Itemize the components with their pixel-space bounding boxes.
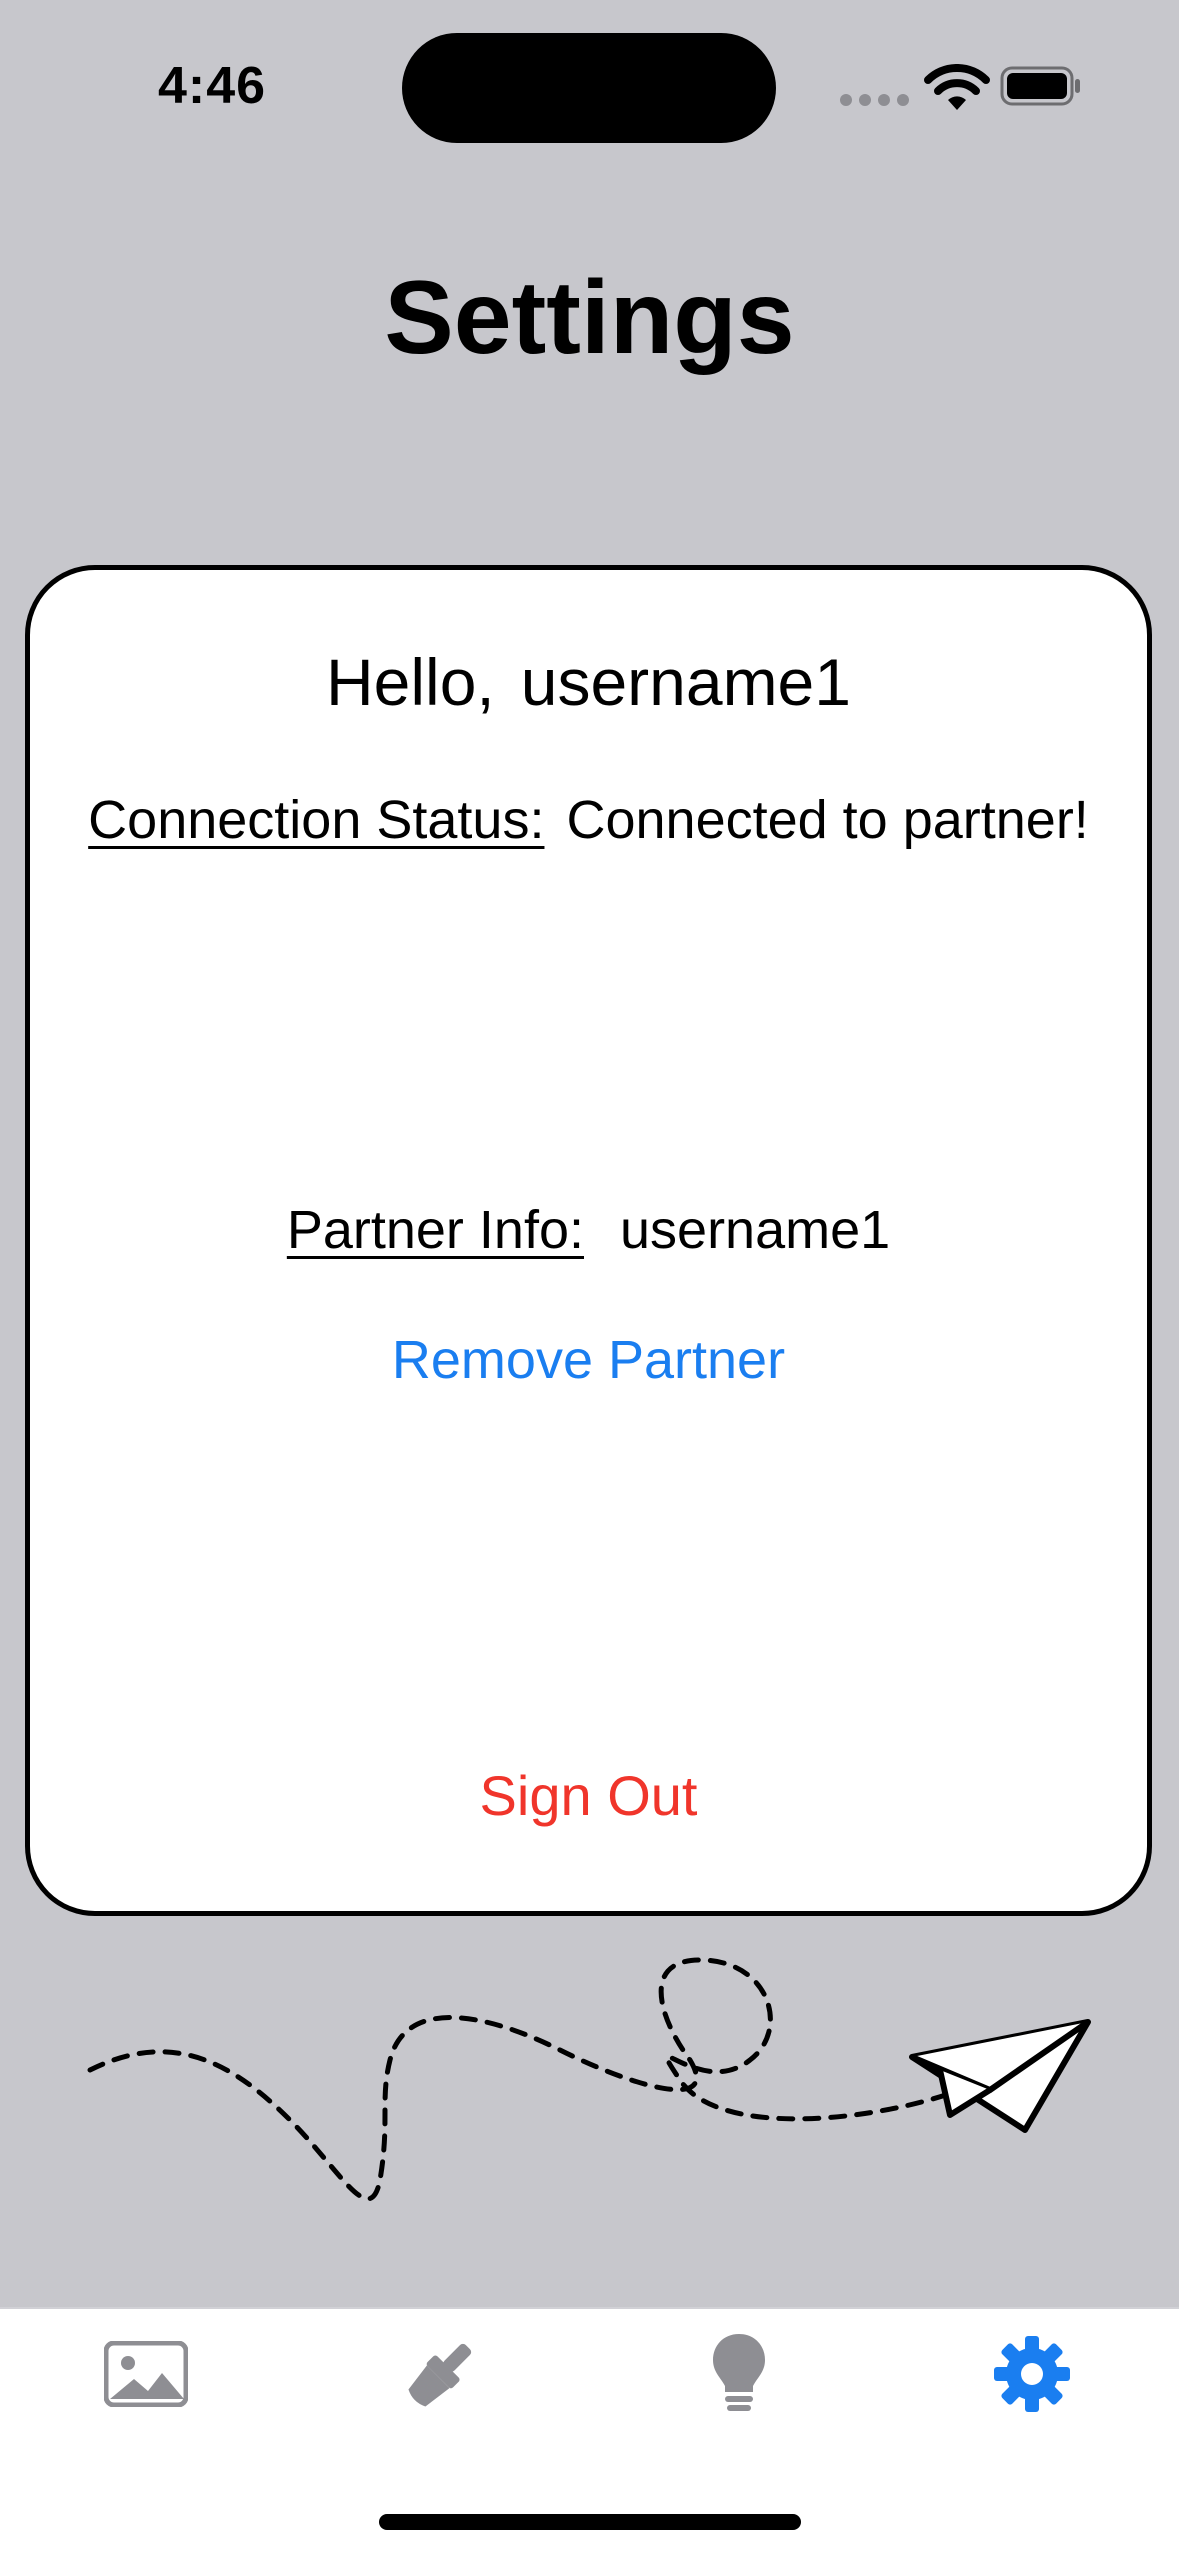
status-icons	[840, 60, 1090, 116]
paper-plane-illustration	[87, 1957, 1091, 2202]
connection-status-label: Connection Status:	[88, 790, 545, 850]
settings-card: Hello, username1 Connection Status: Connec…	[25, 565, 1152, 1916]
lightbulb-icon	[713, 2334, 765, 2411]
home-indicator	[379, 2514, 801, 2530]
connection-status-value: Connected to partner!	[566, 790, 1089, 850]
paintbrush-icon	[408, 2343, 472, 2407]
partner-info-value: username1	[620, 1200, 891, 1260]
greeting: Hello, username1	[30, 642, 1147, 722]
gear-icon	[994, 2336, 1070, 2412]
tab-photos[interactable]	[46, 2309, 246, 2439]
tab-settings[interactable]	[932, 2309, 1132, 2439]
photo-icon	[104, 2341, 188, 2407]
tab-draw[interactable]	[341, 2309, 541, 2439]
greeting-prefix: Hello,	[326, 645, 495, 719]
partner-info-row: Partner Info: username1	[30, 1198, 1147, 1262]
sign-out-button[interactable]: Sign Out	[30, 1763, 1147, 1829]
partner-info-label: Partner Info:	[286, 1200, 584, 1260]
connection-status-row: Connection Status: Connected to partner!	[30, 788, 1147, 852]
page-title: Settings	[384, 260, 795, 376]
paper-plane-icon	[909, 2019, 1091, 2133]
status-time: 4:46	[158, 57, 267, 115]
tab-ideas[interactable]	[639, 2309, 839, 2439]
greeting-username: username1	[520, 645, 851, 719]
battery-icon	[1000, 66, 1080, 106]
dynamic-island	[402, 33, 776, 143]
cellular-signal-icon	[840, 94, 909, 106]
remove-partner-button[interactable]: Remove Partner	[30, 1328, 1147, 1392]
dashed-flight-path	[87, 1957, 963, 2202]
wifi-icon	[924, 64, 990, 110]
